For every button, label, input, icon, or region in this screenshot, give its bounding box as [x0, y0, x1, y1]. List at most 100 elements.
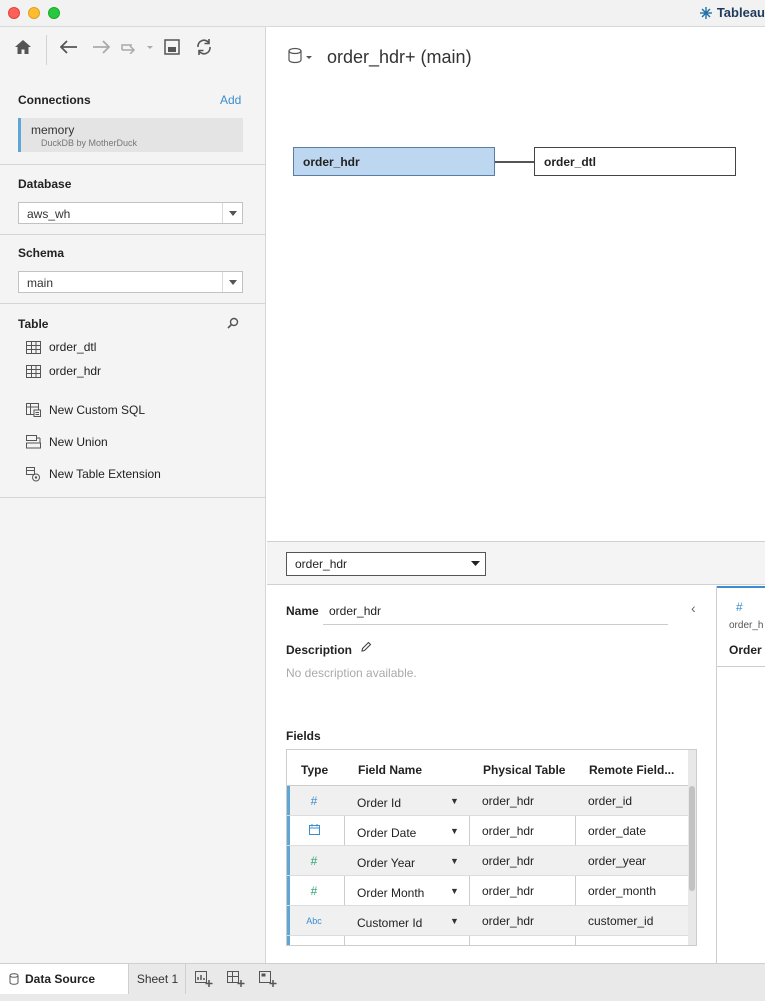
table-selector[interactable]: order_hdr — [286, 552, 486, 576]
search-icon[interactable] — [227, 317, 239, 329]
name-field[interactable]: order_hdr — [323, 597, 668, 625]
forward-arrow-icon[interactable] — [91, 37, 111, 57]
chevron-down-icon[interactable]: ▼ — [450, 856, 459, 866]
canvas-table-secondary[interactable]: order_dtl — [534, 147, 736, 176]
field-row[interactable]: # Order Year ▼ order_hdr order_year — [287, 846, 696, 876]
refresh-icon[interactable] — [194, 37, 214, 57]
datasource-icon — [9, 973, 19, 985]
table-icon — [26, 364, 41, 378]
database-select[interactable]: aws_wh — [18, 202, 243, 224]
tab-sheet-1[interactable]: Sheet 1 — [130, 964, 186, 994]
data-preview-grid: # order_h Order — [716, 586, 765, 963]
join-canvas[interactable]: order_hdr+ (main) order_hdr order_dtl — [267, 27, 765, 541]
field-row[interactable] — [287, 936, 696, 945]
scrollbar-thumb[interactable] — [689, 786, 695, 891]
schema-select-value: main — [27, 276, 54, 290]
table-item-order-hdr[interactable]: order_hdr — [26, 363, 101, 379]
connection-name: memory — [31, 123, 75, 137]
redo-icon[interactable] — [120, 37, 154, 57]
divider — [0, 234, 265, 235]
string-type-icon[interactable]: Abc — [304, 916, 324, 926]
home-icon[interactable] — [13, 37, 33, 57]
row-indicator — [287, 786, 290, 815]
app-title: Tableau — [699, 5, 765, 20]
table-extension-icon — [26, 466, 40, 481]
number-type-icon[interactable]: # — [736, 600, 743, 614]
row-indicator — [287, 816, 290, 845]
column-header-remote-field[interactable]: Remote Field... — [589, 763, 674, 777]
new-union-label: New Union — [49, 435, 108, 449]
name-label: Name — [286, 604, 319, 618]
new-custom-sql-label: New Custom SQL — [49, 403, 146, 417]
remote-field: customer_id — [588, 914, 654, 928]
schema-label: Schema — [18, 246, 65, 260]
number-type-icon[interactable]: # — [307, 794, 321, 808]
new-custom-sql-item[interactable]: New Custom SQL — [26, 402, 145, 418]
chevron-down-icon[interactable]: ▼ — [450, 886, 459, 896]
pencil-icon[interactable] — [360, 641, 372, 653]
chevron-down-icon[interactable]: ▼ — [450, 826, 459, 836]
field-name[interactable]: Order Date — [357, 826, 416, 840]
description-label: Description — [286, 643, 353, 657]
back-arrow-icon[interactable] — [59, 37, 79, 57]
column-header-type[interactable]: Type — [301, 763, 328, 777]
title-bar: Tableau — [0, 0, 765, 27]
new-table-extension-item[interactable]: New Table Extension — [26, 466, 161, 482]
column-header-physical-table[interactable]: Physical Table — [483, 763, 565, 777]
physical-table: order_hdr — [482, 794, 535, 808]
table-item-label: order_dtl — [49, 340, 97, 354]
remote-field: order_id — [588, 794, 633, 808]
data-pane: Connections Add memory DuckDB by MotherD… — [0, 27, 266, 963]
field-name[interactable]: Customer Id — [357, 916, 422, 930]
datasource-title[interactable]: order_hdr+ (main) — [327, 47, 472, 68]
datasource-icon[interactable] — [287, 47, 313, 65]
date-type-icon[interactable] — [307, 824, 321, 838]
new-union-item[interactable]: New Union — [26, 434, 108, 450]
divider — [0, 497, 265, 498]
canvas-table-primary[interactable]: order_hdr — [293, 147, 495, 176]
field-row[interactable]: # Order Month ▼ order_hdr order_month — [287, 876, 696, 906]
field-row[interactable]: Abc Customer Id ▼ order_hdr customer_id — [287, 906, 696, 936]
new-story-icon[interactable] — [258, 969, 278, 989]
sheet-tab-bar: Data Source Sheet 1 — [0, 963, 765, 1001]
field-name[interactable]: Order Year — [357, 856, 415, 870]
schema-select[interactable]: main — [18, 271, 243, 293]
tab-data-source[interactable]: Data Source — [0, 964, 129, 994]
divider — [0, 303, 265, 304]
preview-accent-line — [717, 586, 765, 588]
number-type-icon[interactable]: # — [307, 854, 321, 868]
new-dashboard-icon[interactable] — [226, 969, 246, 989]
new-table-extension-label: New Table Extension — [49, 467, 161, 481]
number-type-icon[interactable]: # — [307, 884, 321, 898]
collapse-panel-icon[interactable]: ‹ — [691, 600, 696, 616]
chevron-down-icon[interactable]: ▼ — [450, 796, 459, 806]
row-indicator — [287, 876, 290, 905]
chevron-down-icon[interactable]: ▼ — [450, 916, 459, 926]
new-worksheet-icon[interactable] — [194, 969, 214, 989]
table-item-order-dtl[interactable]: order_dtl — [26, 339, 96, 355]
join-connector[interactable] — [495, 161, 534, 163]
union-icon — [26, 435, 41, 449]
field-row[interactable]: Order Date ▼ order_hdr order_date — [287, 816, 696, 846]
field-name[interactable]: Order Month — [357, 886, 424, 900]
field-name[interactable]: Order Id — [357, 796, 401, 810]
column-header-field-name[interactable]: Field Name — [358, 763, 422, 777]
chevron-down-icon — [465, 553, 485, 573]
row-indicator — [287, 906, 290, 935]
tableau-logo-icon — [699, 6, 712, 19]
zoom-window-button[interactable] — [48, 7, 60, 19]
description-placeholder[interactable]: No description available. — [286, 666, 417, 680]
preview-column-name[interactable]: Order — [729, 643, 762, 657]
connection-item[interactable]: memory DuckDB by MotherDuck — [18, 118, 243, 152]
add-connection-link[interactable]: Add — [220, 93, 241, 107]
minimize-window-button[interactable] — [28, 7, 40, 19]
toolbar — [0, 27, 265, 67]
database-label: Database — [18, 177, 72, 191]
divider — [0, 164, 265, 165]
field-row[interactable]: # Order Id ▼ order_hdr order_id — [287, 786, 696, 816]
row-indicator — [287, 846, 290, 875]
save-icon[interactable] — [162, 37, 182, 57]
vertical-scrollbar[interactable] — [688, 750, 696, 945]
table-details-panel: Name order_hdr ‹ Description No descript… — [267, 586, 716, 963]
close-window-button[interactable] — [8, 7, 20, 19]
